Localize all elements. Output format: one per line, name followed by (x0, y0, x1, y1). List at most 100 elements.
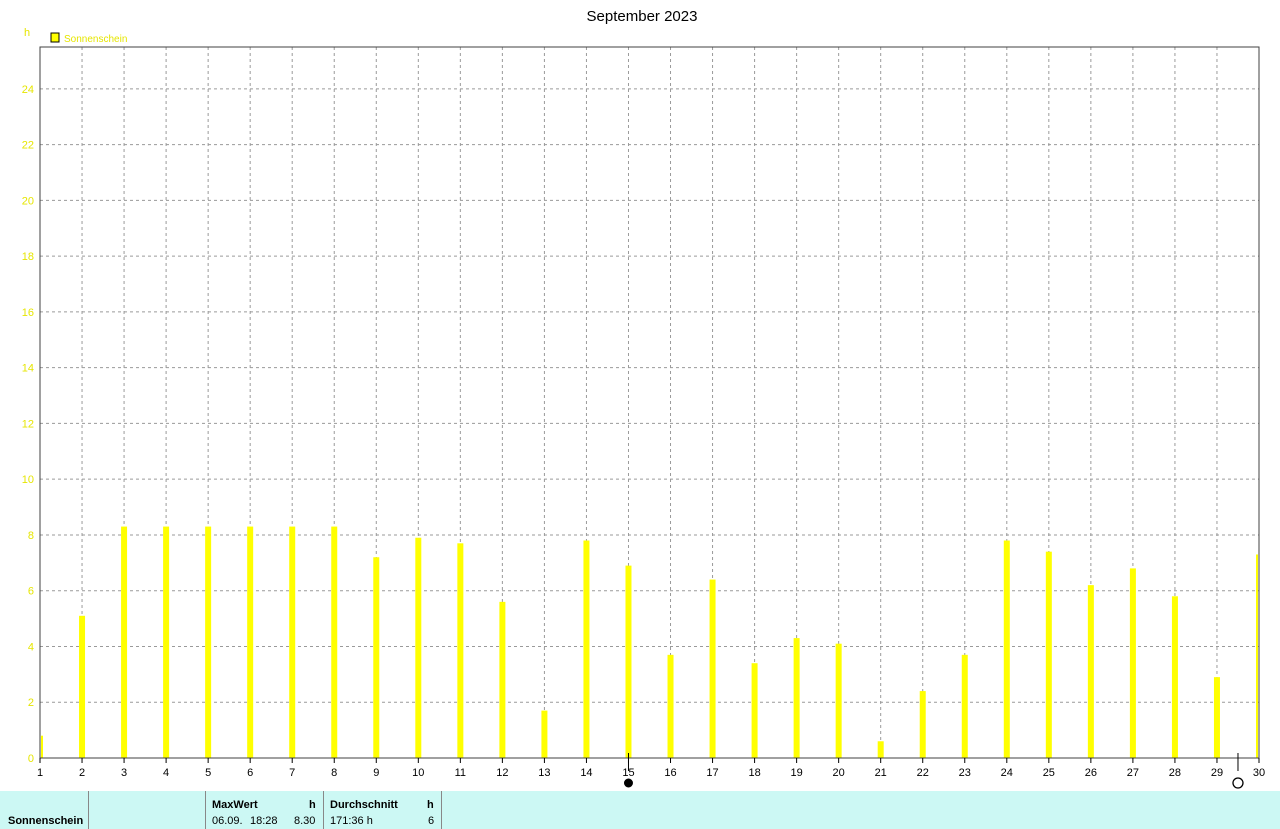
x-tick-label: 20 (833, 767, 845, 779)
y-tick-label: 24 (22, 84, 34, 96)
x-tick-label: 3 (121, 767, 127, 779)
x-tick-label: 10 (412, 767, 424, 779)
sunshine-bar (541, 710, 548, 758)
statistics-footer: Sonnenschein MaxWert h 06.09. 18:28 8.30… (0, 791, 1280, 829)
legend-label: Sonnenschein (64, 34, 127, 45)
y-axis-ticks: 024681012141618202224 (22, 84, 34, 765)
y-tick-label: 20 (22, 195, 34, 207)
y-tick-label: 16 (22, 307, 34, 319)
y-tick-label: 18 (22, 251, 34, 263)
max-time: 18:28 (250, 815, 278, 827)
sunshine-bar (961, 654, 968, 758)
footer-empty-cell (89, 791, 206, 829)
sunshine-bar (667, 654, 674, 758)
avg-header: Durchschnitt (330, 799, 398, 811)
sunshine-bar (1256, 554, 1258, 758)
y-tick-label: 2 (28, 697, 34, 709)
x-tick-label: 9 (373, 767, 379, 779)
x-tick-label: 16 (664, 767, 676, 779)
sunshine-bar (163, 526, 170, 758)
x-tick-label: 11 (455, 767, 466, 779)
new-moon-icon (623, 778, 633, 788)
footer-avg-cell: Durchschnitt h 171:36 h 6 (324, 791, 442, 829)
y-tick-label: 8 (28, 530, 34, 542)
x-tick-label: 2 (79, 767, 85, 779)
x-tick-label: 30 (1253, 767, 1265, 779)
sunshine-bar (583, 540, 590, 758)
bars (41, 526, 1258, 758)
sunshine-bar (247, 526, 254, 758)
x-tick-label: 26 (1085, 767, 1097, 779)
sunshine-bar (793, 638, 800, 758)
y-tick-label: 6 (28, 586, 34, 598)
legend: Sonnenschein (50, 32, 127, 45)
sunshine-bar (331, 526, 338, 758)
sunshine-bar (1087, 585, 1094, 758)
max-header: MaxWert (212, 799, 258, 811)
chart-title: September 2023 (587, 8, 698, 25)
x-tick-label: 27 (1127, 767, 1139, 779)
sunshine-bar (709, 579, 716, 758)
x-tick-label: 5 (205, 767, 211, 779)
x-tick-label: 21 (875, 767, 887, 779)
sunshine-bar (205, 526, 212, 758)
x-tick-label: 4 (163, 767, 169, 779)
x-tick-label: 12 (496, 767, 508, 779)
footer-row-label-cell: Sonnenschein (0, 791, 89, 829)
sunshine-bar (1129, 568, 1136, 758)
sunshine-bar (877, 741, 884, 758)
x-tick-label: 25 (1043, 767, 1055, 779)
sunshine-bar (1213, 677, 1220, 758)
full-moon-icon (1232, 777, 1244, 789)
avg-unit: h (427, 799, 434, 811)
x-tick-label: 17 (706, 767, 718, 779)
y-tick-label: 22 (22, 140, 34, 152)
sunshine-bar (41, 735, 43, 758)
x-tick-label: 28 (1169, 767, 1181, 779)
sunshine-bar (79, 615, 86, 758)
sum-value: 171:36 h (330, 815, 373, 827)
sunshine-bar (499, 601, 506, 758)
footer-row-label: Sonnenschein (8, 815, 84, 827)
avg-value: 6 (428, 815, 435, 827)
sunshine-bar (373, 557, 380, 758)
x-tick-label: 18 (748, 767, 760, 779)
sunshine-bar (1045, 551, 1052, 758)
x-tick-label: 14 (580, 767, 592, 779)
max-unit: h (309, 799, 316, 811)
grid (40, 47, 1259, 758)
x-tick-label: 13 (538, 767, 550, 779)
sunshine-bar (415, 537, 422, 758)
y-tick-label: 4 (28, 641, 34, 653)
sunshine-bar (1003, 540, 1010, 758)
sunshine-bar (751, 663, 758, 758)
x-tick-label: 8 (331, 767, 337, 779)
x-tick-label: 19 (790, 767, 802, 779)
x-tick-label: 29 (1211, 767, 1223, 779)
x-axis-ticks: 1 2 3 4 5 6 7 8 9 10 11 12 13 14 15 16 17 18 19 20 21 22 23 24 2… (37, 758, 1265, 779)
x-tick-label: 24 (1001, 767, 1013, 779)
y-tick-label: 14 (22, 363, 34, 375)
y-axis-unit: h (24, 27, 30, 39)
x-tick-label: 1 (37, 767, 43, 779)
x-tick-label: 7 (289, 767, 295, 779)
max-date: 06.09. (212, 815, 243, 827)
sunshine-chart: September 2023 h Sonnenschein 0246810121… (22, 8, 1265, 789)
sunshine-bar (919, 691, 926, 758)
y-tick-label: 10 (22, 474, 34, 486)
footer-max-cell: MaxWert h 06.09. 18:28 8.30 (206, 791, 324, 829)
plot-frame (39, 46, 1260, 759)
sunshine-bar (625, 565, 632, 758)
x-tick-label: 23 (959, 767, 971, 779)
y-tick-label: 0 (28, 753, 34, 765)
x-tick-label: 6 (247, 767, 253, 779)
sunshine-bar (457, 543, 464, 758)
y-tick-label: 12 (22, 418, 34, 430)
sunshine-bar (835, 643, 842, 758)
sunshine-bar (121, 526, 128, 758)
legend-swatch (50, 32, 60, 43)
sunshine-bar (289, 526, 296, 758)
sunshine-bar (1171, 596, 1178, 758)
x-tick-label: 22 (917, 767, 929, 779)
max-value: 8.30 (294, 815, 316, 827)
